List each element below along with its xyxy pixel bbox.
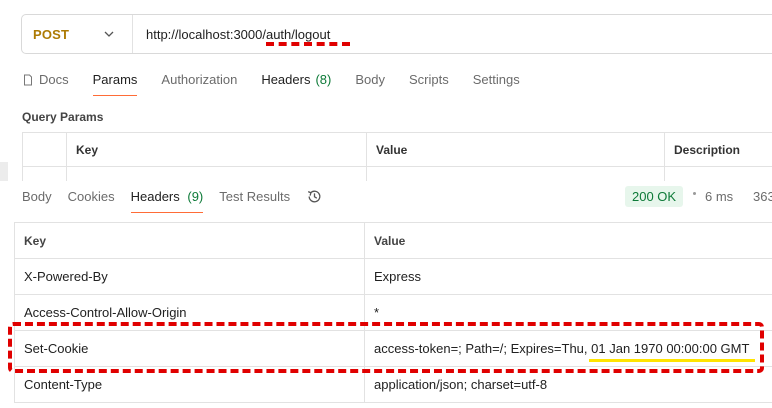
query-params-header-row: Key Value Description (23, 133, 772, 167)
header-key: Access-Control-Allow-Origin (15, 295, 365, 330)
response-tab-cookies-label: Cookies (67, 189, 115, 204)
tab-scripts-label: Scripts (408, 72, 449, 87)
checkbox-column (23, 133, 67, 166)
tab-docs[interactable]: Docs (22, 66, 69, 96)
table-row: Content-Type application/json; charset=u… (15, 367, 772, 403)
header-value: application/json; charset=utf-8 (365, 367, 772, 402)
response-size[interactable]: 363 (753, 189, 772, 204)
header-key: X-Powered-By (15, 259, 365, 294)
expires-date-highlight: 01 Jan 1970 00:00:00 GMT (589, 341, 756, 362)
status-badge[interactable]: 200 OK (625, 186, 684, 207)
tab-headers[interactable]: Headers (8) (261, 66, 331, 96)
header-value: access-token=; Path=/; Expires=Thu, 01 J… (365, 331, 772, 366)
column-description: Description (665, 133, 772, 166)
tab-scripts[interactable]: Scripts (409, 66, 449, 96)
url-input[interactable]: http://localhost:3000/auth/logout (146, 27, 330, 42)
response-headers-table: Key Value X-Powered-By Express Access-Co… (14, 222, 772, 403)
response-tab-headers-label: Headers (130, 189, 180, 204)
table-row: X-Powered-By Express (15, 259, 772, 295)
response-tab-headers-count: (9) (187, 189, 204, 204)
tab-settings[interactable]: Settings (473, 66, 520, 96)
column-value: Value (365, 223, 772, 258)
document-icon (24, 74, 32, 86)
table-row-set-cookie: Set-Cookie access-token=; Path=/; Expire… (15, 331, 772, 367)
column-key: Key (67, 133, 367, 166)
table-row: Access-Control-Allow-Origin * (15, 295, 772, 331)
response-tab-headers[interactable]: Headers (9) (130, 189, 204, 213)
response-tab-body-label: Body (22, 189, 52, 204)
query-params-table: Key Value Description (22, 132, 772, 183)
header-value: * (365, 295, 772, 330)
tab-settings-label: Settings (472, 72, 520, 87)
headers-table-header-row: Key Value (15, 223, 772, 259)
method-label: POST (33, 26, 70, 42)
response-tabs: Body Cookies Headers (9) Test Results (22, 189, 306, 213)
query-params-title: Query Params (22, 110, 104, 124)
response-tab-test-results[interactable]: Test Results (219, 189, 290, 213)
header-key: Content-Type (15, 367, 365, 402)
tab-headers-label: Headers (261, 72, 311, 87)
url-bar: POST http://localhost:3000/auth/logout (21, 14, 772, 54)
header-value: Express (365, 259, 772, 294)
set-cookie-value-prefix: access-token=; Path=/; Expires=Thu, (374, 341, 592, 356)
url-annotation-underline (266, 42, 350, 46)
tab-headers-count: (8) (315, 72, 332, 87)
separator-dot (693, 192, 696, 195)
header-key: Set-Cookie (15, 331, 365, 366)
request-tabs: Docs Params Authorization Headers (8) Bo… (22, 66, 544, 96)
column-key: Key (15, 223, 365, 258)
tab-authorization[interactable]: Authorization (161, 66, 237, 96)
response-tab-cookies[interactable]: Cookies (68, 189, 115, 213)
response-tab-test-results-label: Test Results (219, 189, 291, 204)
response-bar: Body Cookies Headers (9) Test Results 20… (0, 181, 772, 213)
method-select[interactable]: POST (22, 15, 133, 53)
tab-body[interactable]: Body (355, 66, 385, 96)
tab-docs-label: Docs (39, 72, 69, 87)
column-value: Value (367, 133, 665, 166)
chevron-down-icon (104, 31, 114, 37)
response-time[interactable]: 6 ms (705, 189, 733, 204)
history-icon[interactable] (306, 188, 323, 205)
tab-body-label: Body (355, 72, 385, 87)
tab-params-label: Params (92, 72, 138, 87)
response-tab-body[interactable]: Body (22, 189, 52, 213)
tab-params[interactable]: Params (92, 66, 138, 96)
tab-authorization-label: Authorization (161, 72, 238, 87)
